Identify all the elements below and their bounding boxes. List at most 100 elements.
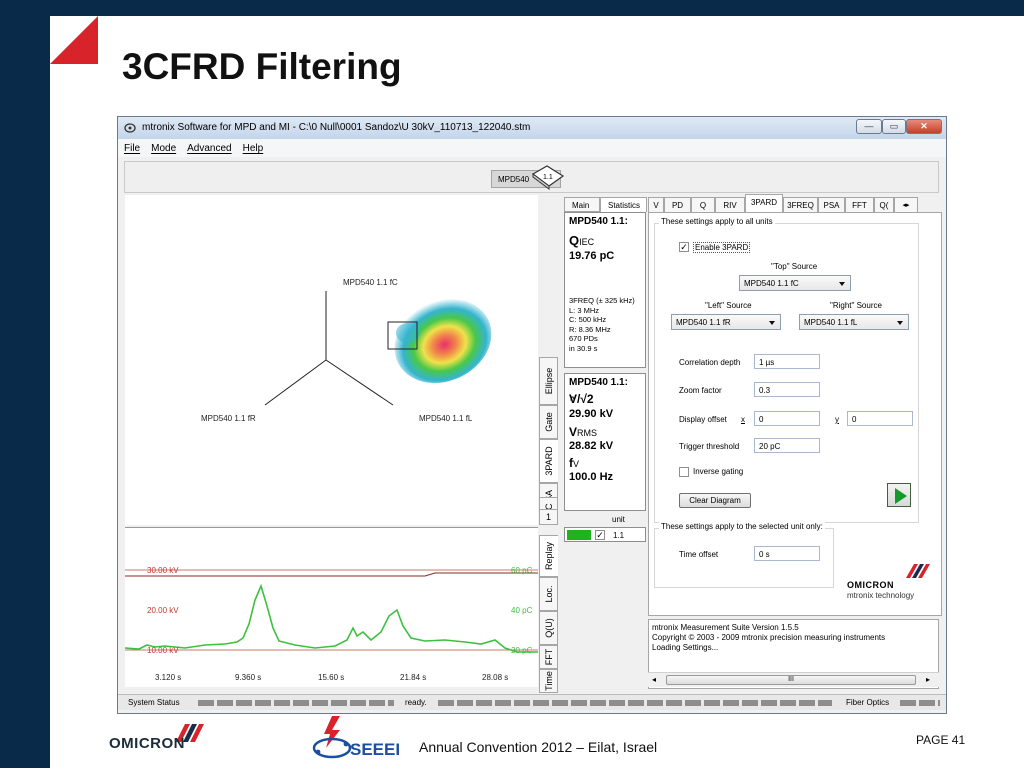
app-window: mtronix Software for MPD and MI - C:\0 N… [117, 116, 947, 714]
vtab-3pard[interactable]: 3PARD [539, 439, 558, 483]
clear-diagram-label: Clear Diagram [689, 496, 741, 505]
vtab-label: 3PARD [544, 446, 554, 476]
strip-chart: 30.00 kV 20.00 kV 10.00 kV 60 pC 40 pC 2… [124, 527, 538, 687]
stats-head: MPD540 1.1: [569, 377, 628, 388]
correlation-depth-input[interactable]: 1 µs [754, 354, 820, 369]
offset-y-input[interactable]: 0 [847, 411, 913, 426]
footer-omicron: OMICRON [109, 735, 185, 752]
offset-y-label: y [835, 415, 839, 424]
settings-tabs: V PD Q RIV 3PARD 3FREQ PSA FFT Q( ◂▸ [648, 194, 942, 213]
vtab-label: Gate [543, 412, 554, 432]
scroll-thumb-grip: III [788, 676, 794, 683]
vtab-time[interactable]: Time [539, 669, 558, 693]
tab-qu[interactable]: Q( [874, 197, 894, 213]
vrms-label: V [569, 425, 578, 439]
left-source-select[interactable]: MPD540 1.1 fR [671, 314, 781, 330]
offset-x-input[interactable]: 0 [754, 411, 820, 426]
vtab-qu[interactable]: Q(U) [539, 611, 558, 645]
zoom-factor-label: Zoom factor [679, 386, 722, 395]
vpeak-label: ^ V/√2 [569, 392, 641, 406]
tab-3pard[interactable]: 3PARD [745, 194, 783, 213]
unit-color-swatch [567, 530, 591, 540]
left-source-value: MPD540 1.1 fR [676, 318, 731, 327]
unit-row[interactable]: ✓ 1.1 [564, 527, 646, 542]
brand-omicron: OMICRON [847, 580, 894, 590]
slide-top-band [0, 0, 1024, 16]
tab-scroll-arrows[interactable]: ◂▸ [894, 197, 918, 213]
clear-diagram-button[interactable]: Clear Diagram [679, 493, 751, 508]
strip-vertical-tabs: Replay Loc. Q(U) FFT Time [539, 527, 558, 693]
footer-page-number: PAGE 41 [916, 733, 966, 747]
footer-convention: Annual Convention 2012 – Eilat, Israel [419, 739, 658, 755]
q-label: Q [569, 233, 580, 248]
enable-3pard-label[interactable]: Enable 3PARD [693, 242, 751, 253]
vtab-unit-1[interactable]: 1 [539, 509, 558, 525]
vtab-gate[interactable]: Gate [539, 405, 558, 439]
zoom-factor-input[interactable]: 0.3 [754, 382, 820, 397]
tab-statistics[interactable]: Statistics [600, 197, 647, 212]
stats-tabs: Main Statistics [564, 197, 648, 213]
f-sub: V [573, 459, 580, 469]
voltage-trace [125, 572, 538, 577]
omicron-logo-icon [906, 564, 930, 578]
time-offset-input[interactable]: 0 s [754, 546, 820, 561]
tab-psa[interactable]: PSA [818, 197, 845, 213]
vtab-label: Time [543, 671, 554, 691]
vtab-ellipse[interactable]: Ellipse [539, 357, 558, 405]
log-horizontal-scrollbar[interactable]: ◂ III ▸ [648, 672, 939, 687]
start-button[interactable] [887, 483, 911, 507]
enable-3pard-checkbox[interactable]: ✓ [679, 242, 689, 252]
unit-tab-label: MPD540 [498, 175, 530, 184]
menu-mode[interactable]: Mode [145, 139, 181, 154]
stats-box-voltage: MPD540 1.1: ^ V/√2 29.90 kV VRMS 28.82 kV… [564, 373, 646, 511]
minimize-icon: — [864, 121, 874, 131]
unit-bar: MPD540 1.1 [124, 161, 939, 193]
tab-label: 3FREQ [787, 201, 814, 210]
scroll-thumb[interactable]: III [666, 675, 916, 685]
f-value: 100.0 Hz [569, 471, 614, 483]
freq-line: 670 PDs [569, 334, 598, 343]
trigger-threshold-input[interactable]: 20 pC [754, 438, 820, 453]
tab-fft[interactable]: FFT [845, 197, 874, 213]
chevron-down-icon [839, 282, 845, 286]
tab-pd[interactable]: PD [664, 197, 691, 213]
unit-checkbox[interactable]: ✓ [595, 530, 605, 540]
strip-label-20pc: 20 pC [511, 646, 533, 655]
unit-tab-badge: 1.1 [543, 174, 553, 181]
right-source-select[interactable]: MPD540 1.1 fL [799, 314, 909, 330]
vtab-loc[interactable]: Loc. [539, 577, 558, 611]
unit-device-icon[interactable]: 1.1 [529, 164, 567, 190]
tab-label: RIV [723, 201, 737, 210]
vrms-sub: RMS [577, 428, 598, 438]
tab-label: Q [699, 201, 707, 210]
strip-svg: 30.00 kV 20.00 kV 10.00 kV 60 pC 40 pC 2… [124, 566, 538, 682]
chevron-right-icon[interactable]: ▸ [926, 675, 930, 684]
strip-x-label: 3.120 s [155, 673, 181, 682]
tab-label: Q( [879, 201, 889, 210]
tab-3freq[interactable]: 3FREQ [783, 197, 818, 213]
scatter-label-right: MPD540 1.1 fL [419, 414, 473, 423]
maximize-button[interactable]: ▭ [882, 119, 906, 134]
scatter-plot: MPD540 1.1 fC MPD540 1.1 fR MPD540 1.1 f… [125, 195, 538, 525]
axis-right-line [325, 359, 394, 406]
menu-help[interactable]: Help [237, 139, 269, 154]
inverse-gating-label[interactable]: Inverse gating [693, 467, 743, 476]
strip-label-30kv: 30.00 kV [147, 566, 179, 575]
vtab-fft[interactable]: FFT [539, 645, 558, 669]
inverse-gating-checkbox[interactable] [679, 467, 689, 477]
vtab-replay[interactable]: Replay [539, 535, 558, 577]
tab-riv[interactable]: RIV [715, 197, 745, 213]
tab-main[interactable]: Main [564, 197, 600, 212]
chevron-left-icon[interactable]: ◂ [652, 675, 656, 684]
tab-q[interactable]: Q [691, 197, 715, 213]
unit-value: 1.1 [613, 531, 625, 540]
menu-file[interactable]: File [118, 139, 145, 154]
tab-v[interactable]: V [648, 197, 664, 213]
top-source-select[interactable]: MPD540 1.1 fC [739, 275, 851, 291]
close-button[interactable]: ✕ [906, 119, 942, 134]
vrms-label-row: VRMS [569, 425, 641, 439]
status-progress-left [198, 700, 394, 706]
menu-advanced[interactable]: Advanced [181, 139, 236, 154]
chevron-right-icon: ▸ [906, 202, 910, 209]
minimize-button[interactable]: — [856, 119, 882, 134]
